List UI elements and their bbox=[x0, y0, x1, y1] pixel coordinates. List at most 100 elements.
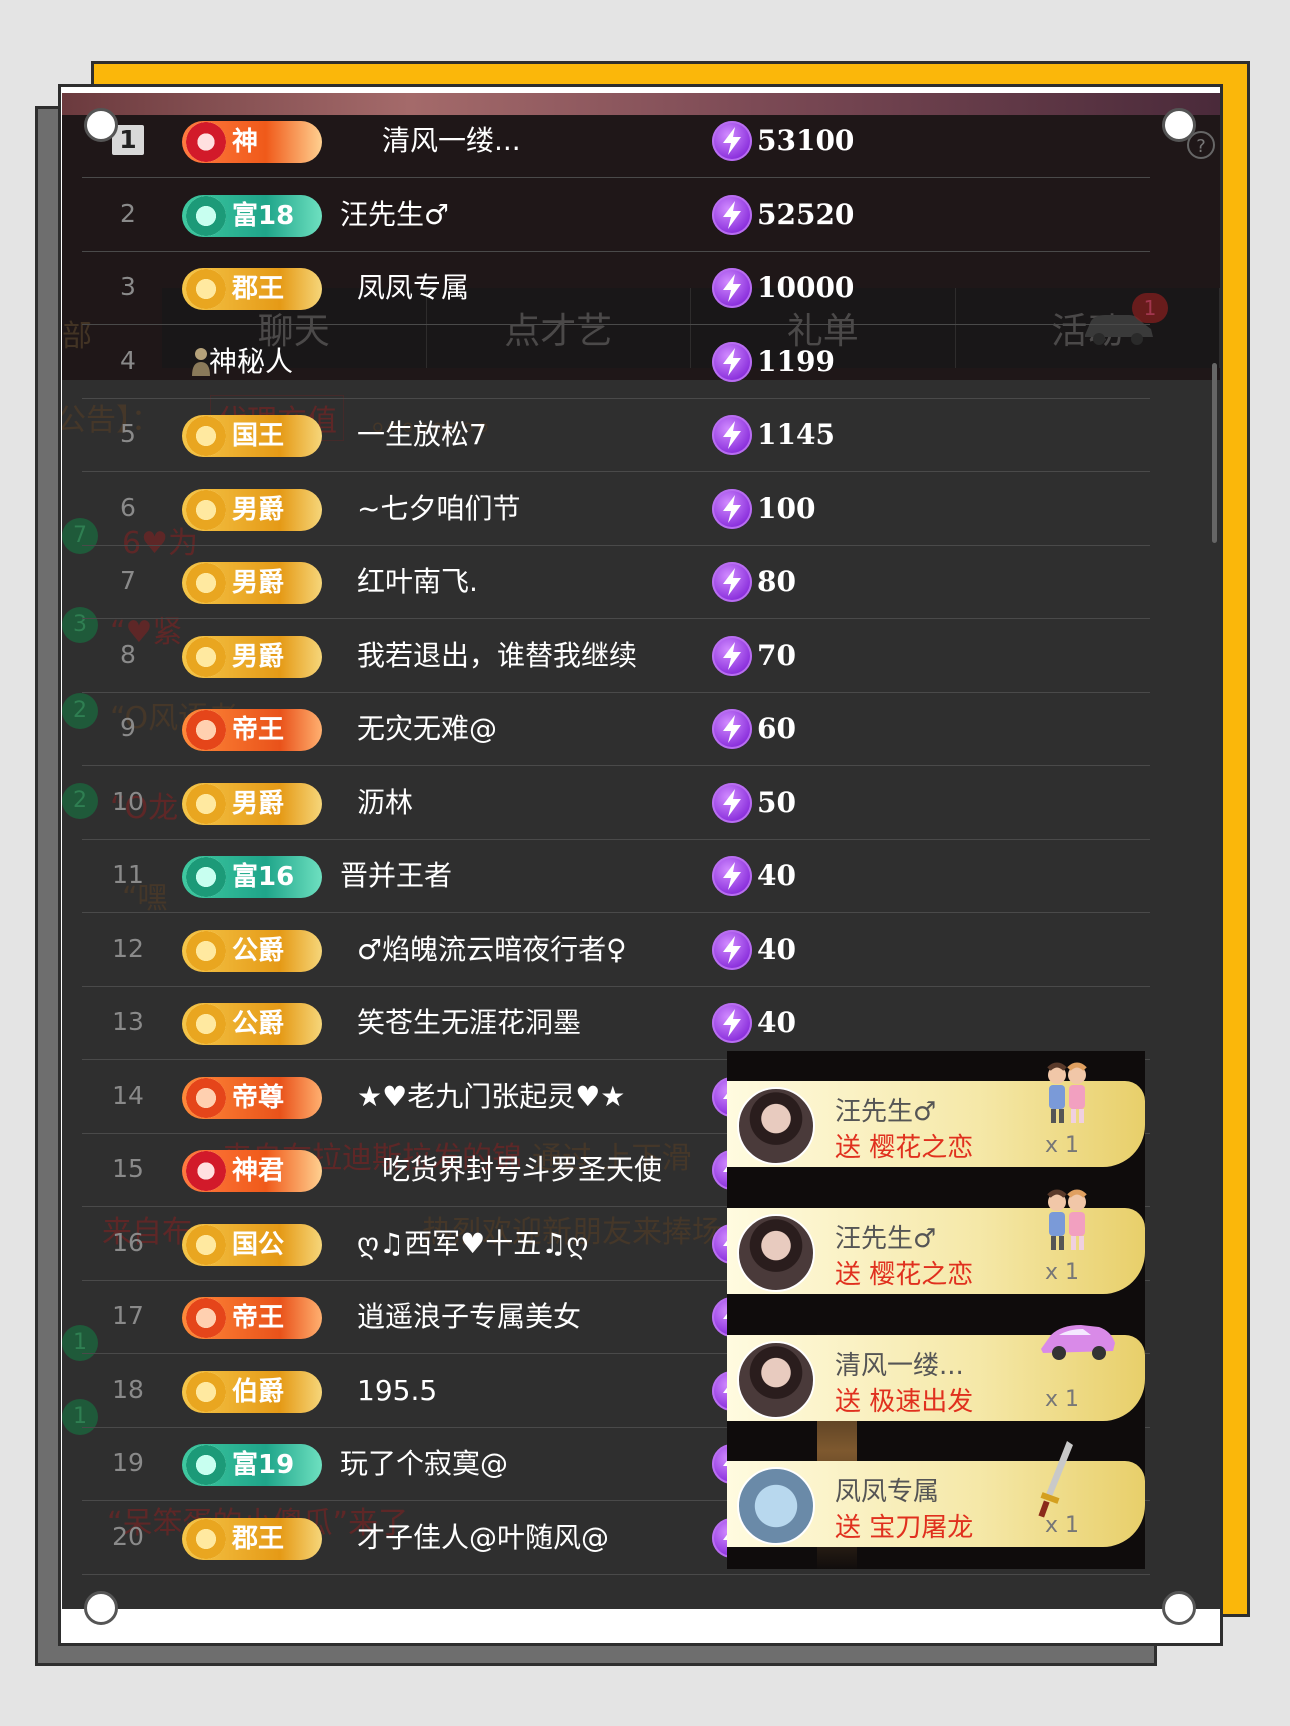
level-badge: 男爵 bbox=[182, 562, 322, 604]
sports-car-icon bbox=[1037, 1313, 1115, 1383]
user-nickname[interactable]: 清风一缕... bbox=[382, 122, 521, 160]
lightning-coin-icon bbox=[712, 562, 752, 602]
lightning-coin-icon bbox=[712, 488, 752, 529]
user-nickname[interactable]: 汪先生♂ bbox=[340, 196, 449, 234]
contribution-score: 1199 bbox=[757, 344, 835, 378]
level-emblem-icon bbox=[186, 1298, 226, 1338]
level-emblem-icon bbox=[186, 857, 226, 897]
rank-number: 14 bbox=[112, 1080, 144, 1110]
ranking-row[interactable]: 2 富18 汪先生♂ 52520 bbox=[82, 179, 1150, 252]
rank-number: 15 bbox=[112, 1154, 144, 1183]
level-badge: 神 bbox=[182, 121, 322, 163]
ranking-row[interactable]: 12 公爵 ♂焰魄流云暗夜行者♀ 40 bbox=[82, 914, 1150, 987]
ranking-row[interactable]: 3 郡王 凤凤专属 10000 bbox=[82, 252, 1150, 325]
level-badge-label: 国王 bbox=[232, 421, 285, 451]
rank-number: 10 bbox=[112, 786, 144, 816]
rank-number: 18 bbox=[112, 1374, 144, 1404]
user-nickname[interactable]: 吃货界封号斗罗圣天使 bbox=[382, 1151, 662, 1189]
lightning-coin-icon bbox=[712, 121, 752, 161]
contribution-score: 100 bbox=[757, 491, 816, 525]
level-emblem-icon bbox=[186, 1151, 226, 1191]
user-nickname[interactable]: 一生放松7 bbox=[357, 416, 487, 454]
user-nickname[interactable]: 逍遥浪子专属美女 bbox=[357, 1298, 581, 1336]
level-emblem-icon bbox=[186, 269, 226, 309]
user-nickname[interactable]: 神秘人 bbox=[209, 343, 293, 381]
user-nickname[interactable]: 沥林 bbox=[357, 784, 413, 822]
level-badge: 伯爵 bbox=[182, 1370, 322, 1413]
user-nickname[interactable]: 凤凤专属 bbox=[357, 269, 469, 307]
ranking-row[interactable]: 10 男爵 沥林 50 bbox=[82, 767, 1150, 840]
user-nickname[interactable]: ♂焰魄流云暗夜行者♀ bbox=[357, 931, 627, 969]
user-nickname[interactable]: ★♥老九门张起灵♥★ bbox=[357, 1078, 625, 1116]
user-nickname[interactable]: ღ♫西军♥十五♫ღ bbox=[357, 1225, 588, 1263]
avatar[interactable] bbox=[737, 1087, 815, 1165]
level-badge: 郡王 bbox=[182, 1517, 322, 1560]
corner-pin bbox=[1162, 108, 1196, 142]
level-emblem-icon bbox=[186, 1077, 226, 1118]
rank-number: 2 bbox=[120, 198, 136, 228]
level-badge: 神君 bbox=[182, 1150, 322, 1192]
list-scrollbar[interactable] bbox=[1212, 363, 1217, 543]
user-nickname[interactable]: 晋并王者 bbox=[340, 857, 452, 895]
lightning-coin-icon bbox=[712, 709, 752, 749]
level-badge-label: 神 bbox=[232, 127, 259, 157]
level-badge-label: 公爵 bbox=[232, 935, 285, 966]
level-badge: 公爵 bbox=[182, 929, 322, 972]
gift-message-card[interactable]: 凤凤专属送 宝刀屠龙 x 1 bbox=[727, 1441, 1145, 1547]
user-nickname[interactable]: 195.5 bbox=[357, 1372, 437, 1410]
level-badge-label: 国公 bbox=[232, 1229, 285, 1260]
avatar[interactable] bbox=[737, 1214, 815, 1292]
level-badge-label: 帝王 bbox=[232, 715, 285, 745]
gift-count: x 1 bbox=[1045, 1260, 1080, 1285]
level-emblem-icon bbox=[186, 930, 226, 971]
level-badge-label: 男爵 bbox=[232, 568, 285, 598]
user-nickname[interactable]: 无灾无难@ bbox=[357, 710, 497, 748]
ranking-row[interactable]: 6 男爵 ~七夕咱们节 100 bbox=[82, 473, 1150, 546]
level-emblem-icon bbox=[186, 195, 226, 236]
gift-name: 送 樱花之恋 bbox=[835, 1133, 974, 1163]
contribution-score: 50 bbox=[757, 785, 796, 819]
level-badge: 富16 bbox=[182, 856, 322, 898]
rank-number: 17 bbox=[112, 1301, 144, 1330]
couple-gift-icon bbox=[1037, 1186, 1097, 1256]
gift-message-card[interactable]: 汪先生♂ 送 樱花之恋 x 1 bbox=[727, 1189, 1145, 1294]
level-badge-label: 富18 bbox=[232, 200, 295, 231]
gift-message-card[interactable]: 汪先生♂ 送 樱花之恋 x 1 bbox=[727, 1062, 1145, 1167]
user-nickname[interactable]: 红叶南飞. bbox=[357, 563, 478, 601]
level-emblem-icon bbox=[186, 783, 226, 824]
level-badge-label: 帝王 bbox=[232, 1303, 285, 1333]
level-emblem-icon bbox=[186, 122, 226, 162]
ranking-row[interactable]: 11 富16 晋并王者 40 bbox=[82, 840, 1150, 913]
ranking-row[interactable]: 7 男爵 红叶南飞. 80 bbox=[82, 546, 1150, 619]
gift-message-card[interactable]: 清风一缕... 送 极速出发 x 1 bbox=[727, 1325, 1145, 1421]
contribution-score: 40 bbox=[757, 932, 796, 966]
ranking-row[interactable]: 9 帝王 无灾无难@ 60 bbox=[82, 693, 1150, 766]
rank-number: 19 bbox=[112, 1448, 144, 1477]
avatar[interactable] bbox=[737, 1341, 815, 1419]
level-badge: 国王 bbox=[182, 415, 322, 457]
corner-pin bbox=[84, 108, 118, 142]
gift-sender-name: 清风一缕... bbox=[835, 1351, 964, 1381]
ranking-row[interactable]: 8 男爵 我若退出，谁替我继续 70 bbox=[82, 620, 1150, 693]
user-nickname[interactable]: 才子佳人@叶随风@ bbox=[357, 1519, 609, 1557]
ranking-row[interactable]: 1 神清风一缕... 53100 bbox=[82, 105, 1150, 178]
level-emblem-icon bbox=[186, 416, 226, 456]
ranking-row[interactable]: 4 神秘人 1199 bbox=[82, 326, 1150, 399]
gift-name: 送 樱花之恋 bbox=[835, 1260, 974, 1290]
level-badge: 帝王 bbox=[182, 709, 322, 751]
level-emblem-icon bbox=[186, 1445, 226, 1485]
ranking-row[interactable]: 13 公爵 笑苍生无涯花洞墨 40 bbox=[82, 987, 1150, 1060]
contribution-score: 52520 bbox=[757, 197, 855, 231]
user-nickname[interactable]: 玩了个寂寞@ bbox=[340, 1445, 508, 1483]
user-nickname[interactable]: 笑苍生无涯花洞墨 bbox=[357, 1004, 581, 1042]
avatar[interactable] bbox=[737, 1467, 815, 1545]
user-nickname[interactable]: 我若退出，谁替我继续 bbox=[357, 637, 637, 675]
user-nickname[interactable]: ~七夕咱们节 bbox=[357, 490, 520, 528]
level-badge-label: 男爵 bbox=[232, 494, 285, 525]
rank-number: 4 bbox=[120, 345, 136, 375]
ranking-row[interactable]: 5 国王 一生放松7 1145 bbox=[82, 399, 1150, 472]
rank-number: 5 bbox=[120, 419, 136, 448]
gift-count: x 1 bbox=[1045, 1387, 1080, 1412]
lightning-coin-icon bbox=[712, 341, 752, 382]
level-badge-label: 郡王 bbox=[232, 274, 285, 304]
